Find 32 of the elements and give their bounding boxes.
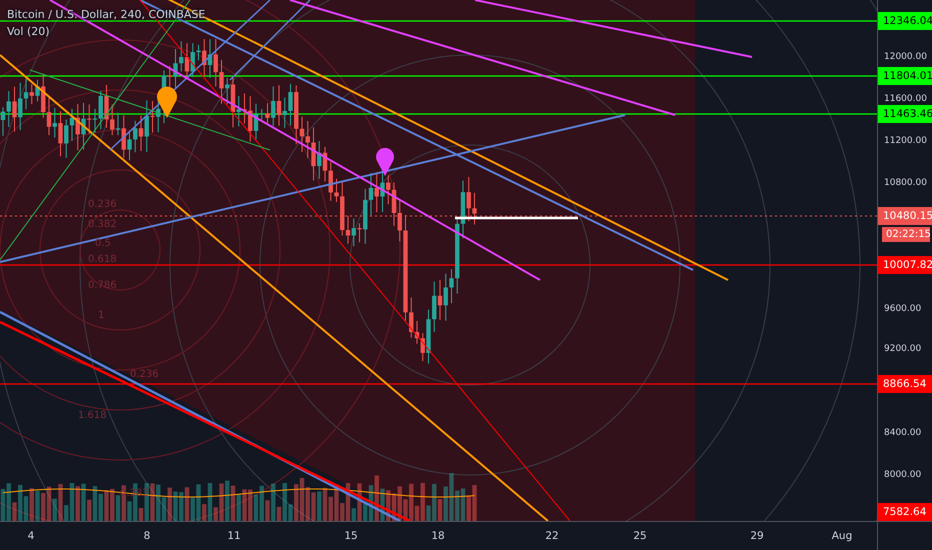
- date-tick-label: 11: [227, 530, 241, 542]
- price-tick-label: 8400.00: [884, 427, 922, 439]
- fib-level-label: 0.236: [130, 369, 159, 380]
- fib-level-label: 1: [98, 310, 104, 321]
- price-tag: 11804.01: [878, 67, 932, 85]
- price-tick-label: 8000.00: [884, 469, 922, 481]
- price-tick-label: 11600.00: [884, 93, 927, 105]
- price-tag: 7582.64: [878, 503, 932, 521]
- fib-level-label: 1.618: [78, 410, 107, 421]
- price-tag: 8866.54: [878, 375, 932, 393]
- date-tick-label: 22: [545, 530, 559, 542]
- date-tick-label: 25: [633, 530, 647, 542]
- price-tick-label: 9200.00: [884, 343, 922, 355]
- fib-level-label: 0.786: [88, 280, 117, 291]
- price-tick-label: 11200.00: [884, 135, 927, 147]
- fib-level-label: 0.236: [88, 199, 117, 210]
- fib-level-label: 0.382: [88, 219, 117, 230]
- indicator-label: Vol (20): [7, 25, 51, 38]
- price-tag: 10007.82: [878, 256, 932, 274]
- price-tag: 10480.15: [878, 207, 932, 225]
- date-tick-label: 29: [750, 530, 764, 542]
- date-tick-label: 4: [28, 530, 34, 542]
- price-tick-label: 10800.00: [884, 177, 927, 189]
- countdown-label: 02:22:15: [882, 227, 930, 242]
- date-tick-label: 8: [144, 530, 150, 542]
- date-tick-label: 15: [344, 530, 358, 542]
- price-tick-label: 9600.00: [884, 303, 922, 315]
- fib-level-label: 0.5: [95, 238, 111, 249]
- date-tick-label: Aug: [832, 530, 852, 542]
- date-tick-label: 18: [431, 530, 445, 542]
- fib-level-label: 0.618: [88, 254, 117, 265]
- price-tick-label: 12000.00: [884, 51, 927, 63]
